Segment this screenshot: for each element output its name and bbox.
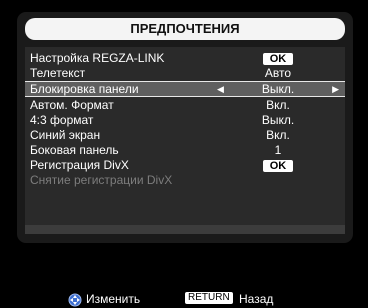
menu-item-value: ◀ Выкл. ▶: [215, 82, 341, 96]
menu-item-label: Синий экран: [30, 128, 101, 142]
preferences-menu: Настройка REGZA-LINK OK Телетекст Авто Б…: [25, 47, 345, 225]
menu-item-panel-lock[interactable]: Блокировка панели ◀ Выкл. ▶: [25, 81, 345, 97]
menu-item-43-format[interactable]: 4:3 формат Выкл.: [25, 113, 345, 128]
menu-item-label: Боковая панель: [30, 143, 119, 157]
menu-item-label: Настройка REGZA-LINK: [30, 51, 165, 65]
page-title: ПРЕДПОЧТЕНИЯ: [25, 18, 345, 40]
menu-item-value: OK: [215, 51, 341, 66]
menu-footer-band: [25, 225, 345, 234]
ok-button[interactable]: OK: [262, 160, 294, 172]
menu-item-label: Блокировка панели: [30, 82, 139, 96]
menu-item-blue-screen[interactable]: Синий экран Вкл.: [25, 128, 345, 143]
menu-item-teletext[interactable]: Телетекст Авто: [25, 66, 345, 81]
menu-item-divx-registration[interactable]: Регистрация DivX OK: [25, 158, 345, 173]
menu-item-side-panel[interactable]: Боковая панель 1: [25, 143, 345, 158]
menu-item-value: OK: [215, 158, 341, 173]
selected-value: Выкл.: [261, 82, 295, 96]
menu-item-label: Автом. Формат: [30, 98, 114, 112]
menu-item-label: Регистрация DivX: [30, 158, 129, 172]
menu-item-value: Выкл.: [261, 113, 295, 127]
menu-item-divx-deregistration: Снятие регистрации DivX: [25, 173, 345, 188]
back-hint: Назад: [239, 292, 274, 306]
menu-item-value: Вкл.: [266, 128, 290, 142]
menu-item-value: Вкл.: [266, 98, 290, 112]
nav-pad-icon: [68, 293, 82, 307]
menu-item-regza-link[interactable]: Настройка REGZA-LINK OK: [25, 51, 345, 66]
footer-help: Изменить RETURN Назад: [0, 291, 368, 307]
ok-button[interactable]: OK: [262, 53, 294, 65]
menu-item-auto-format[interactable]: Автом. Формат Вкл.: [25, 98, 345, 113]
right-arrow-icon[interactable]: ▶: [332, 82, 339, 96]
menu-item-label: 4:3 формат: [30, 113, 94, 127]
menu-item-value: 1: [274, 143, 282, 157]
left-arrow-icon[interactable]: ◀: [217, 82, 224, 96]
menu-item-value: Авто: [264, 66, 292, 80]
return-key-badge: RETURN: [185, 292, 233, 304]
change-hint: Изменить: [86, 292, 141, 306]
menu-item-label: Телетекст: [30, 66, 86, 80]
menu-item-label: Снятие регистрации DivX: [30, 173, 173, 187]
